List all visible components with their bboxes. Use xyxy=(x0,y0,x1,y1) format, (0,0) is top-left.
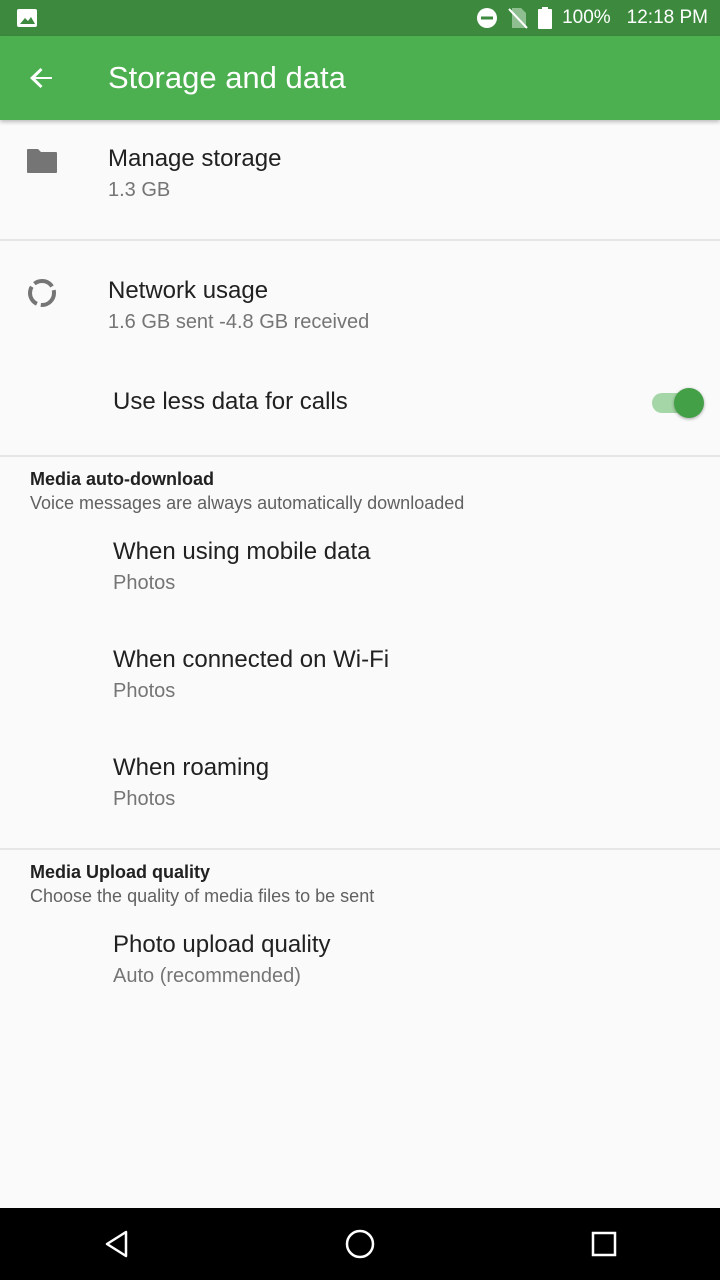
storage-size: 1.3 GB xyxy=(108,179,171,201)
battery-percent: 100% xyxy=(562,7,611,28)
photo-upload-quality-label: Photo upload quality xyxy=(113,931,331,958)
home-circle-icon[interactable] xyxy=(340,1224,380,1264)
divider xyxy=(0,848,720,850)
roaming-value: Photos xyxy=(113,788,176,810)
back-triangle-icon[interactable] xyxy=(97,1224,137,1264)
mobile-data-item[interactable]: When using mobile data Photos xyxy=(0,520,720,628)
wifi-label: When connected on Wi-Fi xyxy=(113,646,390,673)
use-less-data-toggle[interactable] xyxy=(650,386,706,418)
system-nav-bar xyxy=(0,1208,720,1280)
photo-upload-quality-item[interactable]: Photo upload quality Auto (recommended) xyxy=(0,912,720,1012)
network-usage-summary: 1.6 GB sent -4.8 GB received xyxy=(108,311,370,333)
do-not-disturb-icon xyxy=(476,7,498,29)
use-less-data-label: Use less data for calls xyxy=(113,388,348,415)
no-sim-icon xyxy=(508,7,528,29)
wifi-item[interactable]: When connected on Wi-Fi Photos xyxy=(0,628,720,736)
status-bar: 100% 12:18 PM xyxy=(0,0,720,36)
manage-storage-item[interactable]: Manage storage 1.3 GB xyxy=(0,120,720,240)
manage-storage-label: Manage storage xyxy=(108,145,282,172)
recents-square-icon[interactable] xyxy=(584,1224,624,1264)
mobile-data-label: When using mobile data xyxy=(113,538,371,565)
divider xyxy=(0,455,720,457)
data-usage-icon xyxy=(24,275,60,311)
section-subtitle: Voice messages are always automatically … xyxy=(30,493,465,513)
image-icon xyxy=(16,8,38,28)
page-title: Storage and data xyxy=(108,60,346,95)
arrow-back-icon[interactable] xyxy=(22,58,62,98)
section-subtitle: Choose the quality of media files to be … xyxy=(30,886,375,906)
network-usage-label: Network usage xyxy=(108,277,269,304)
wifi-value: Photos xyxy=(113,680,176,702)
roaming-label: When roaming xyxy=(113,754,270,781)
photo-upload-quality-value: Auto (recommended) xyxy=(113,965,301,987)
auto-download-header: Media auto-download Voice messages are a… xyxy=(30,467,464,515)
roaming-item[interactable]: When roaming Photos xyxy=(0,736,720,848)
toggle-thumb xyxy=(674,388,704,418)
upload-quality-header: Media Upload quality Choose the quality … xyxy=(30,860,374,908)
app-bar: Storage and data xyxy=(0,36,720,120)
folder-icon xyxy=(24,143,60,179)
clock: 12:18 PM xyxy=(626,7,708,28)
mobile-data-value: Photos xyxy=(113,572,176,594)
battery-icon xyxy=(538,7,553,29)
use-less-data-item[interactable]: Use less data for calls xyxy=(0,351,720,455)
section-title: Media Upload quality xyxy=(30,862,211,882)
network-usage-item[interactable]: Network usage 1.6 GB sent -4.8 GB receiv… xyxy=(0,241,720,351)
section-title: Media auto-download xyxy=(30,469,214,489)
